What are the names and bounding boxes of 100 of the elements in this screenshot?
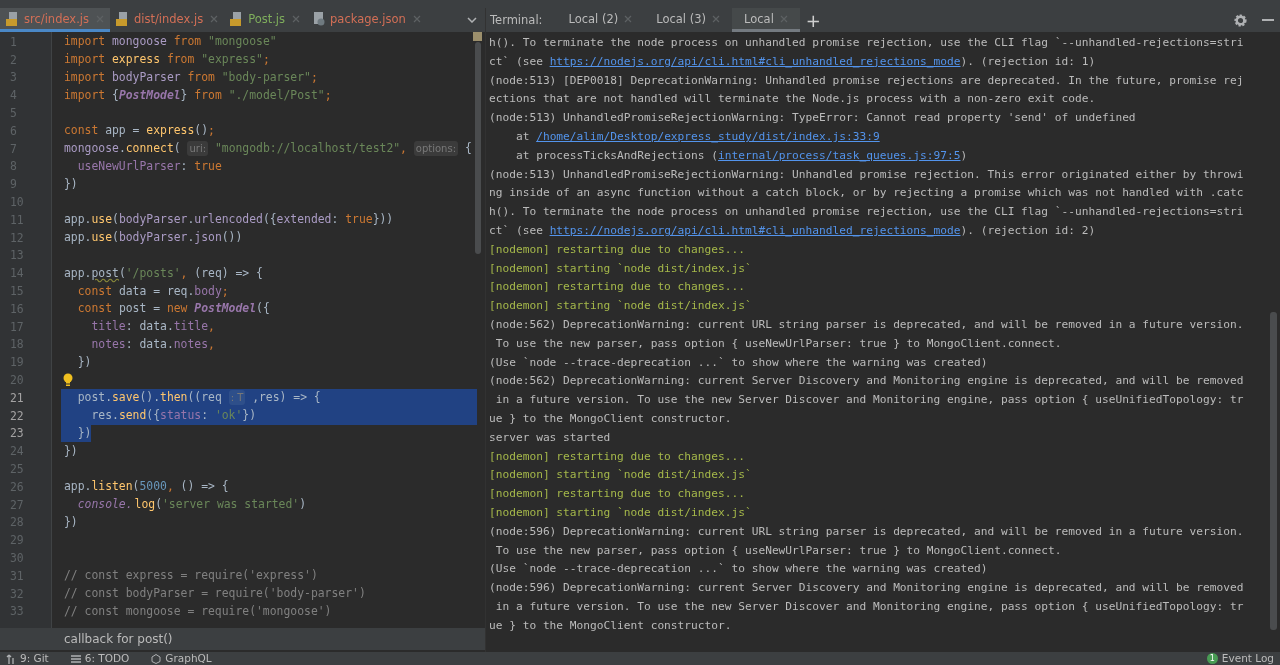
terminal-text: (node:596) DeprecationWarning: current Server Discovery and Monitoring engine is deprecated, and will be removed [489,581,1244,595]
terminal-tab[interactable]: Local (2) [556,8,645,32]
code-line: const data = req.body; [76,283,229,299]
terminal-text: ) [960,148,968,162]
close-icon[interactable] [292,14,301,23]
hint-popup: callback for post() [0,628,485,650]
file-tab[interactable]: dist/index.js [109,8,225,32]
terminal-text: [nodemon] restarting due to changes... [489,280,745,294]
tool-window-label: GraphQL [165,652,212,665]
code-line: app.post('/posts', (req) => { [63,265,263,281]
terminal-text: To use the new parser, pass option { useNewUrlParser: true } to MongoClient.connect. [494,543,1062,557]
new-tab-button[interactable]: + [799,9,827,31]
terminal-text: (node:562) DeprecationWarning: current URL string parser is deprecated, and will be removed in a future version. [489,317,1244,331]
code-line: // const express = require('express') [63,568,318,584]
terminal-text: ng inside of an async function without a catch block, or by rejecting a promise which was not handled with .catc [489,186,1244,200]
code-line: app.use(bodyParser.urlencoded({extended: true})) [63,212,394,228]
terminal-text: ct` (see [489,54,544,68]
terminal-tab[interactable]: Local [732,8,800,32]
terminal-text: [nodemon] starting `node dist/index.js` [489,468,752,482]
branch-icon [6,653,16,664]
terminal-text: ct` (see [489,223,544,237]
terminal-text: To use the new parser, pass option { useNewUrlParser: true } to MongoClient.connect. [494,336,1062,350]
link[interactable]: https://nodejs.org/api/cli.html#cli_unhandled_rejections_mode [549,54,961,68]
code-line: }) [76,354,92,370]
terminal-text: at [514,130,531,143]
tab-label: Local (3) [656,11,706,26]
terminal-text: (Use `node --trace-deprecation ...` to show where the warning was created) [489,355,988,369]
lightbulb-icon[interactable] [63,373,73,388]
scrollbar[interactable] [475,42,481,254]
code-line: const app = express(); [63,123,215,139]
scrollbar[interactable] [1270,312,1277,630]
code-line: import mongoose from "mongoose" [63,34,277,50]
close-icon[interactable] [712,14,720,23]
minimize-icon[interactable] [1262,19,1274,21]
terminal-text: (Use `node --trace-deprecation ...` to show where the warning was created) [489,562,988,576]
terminal-label: Terminal: [490,13,543,27]
terminal-text: (node:513) UnhandledPromiseRejectionWarning: Unhandled promise rejection. This error originated either by throwi [489,167,1244,181]
terminal-text: [nodemon] restarting due to changes... [489,449,745,463]
link[interactable]: https://nodejs.org/api/cli.html#cli_unhandled_rejections_mode [549,223,961,237]
close-icon[interactable] [412,14,421,23]
file-tab[interactable]: package.json [306,8,427,32]
tool-window-button[interactable]: 6: TODO [70,652,130,665]
terminal-text: ). (rejection id: 1) [960,54,1096,68]
file-tab[interactable]: Post.js [224,8,307,32]
close-icon[interactable] [624,14,633,23]
code-line: }) [63,443,78,459]
settings-icon[interactable] [1233,12,1248,28]
hexagon-icon [151,653,162,664]
js-file-icon [115,11,130,26]
count-badge: 1 [1206,653,1218,664]
list-icon [70,653,81,664]
code-line: import {PostModel} from "./model/Post"; [63,87,332,103]
code-line: import express from "express"; [63,52,270,68]
link[interactable]: internal/process/task_queues.js:97:5 [718,148,961,162]
tool-window-label: 9: Git [20,652,49,665]
terminal-text: ections that are not handled will terminate the Node.js process with a non-zero exit code. [489,92,1096,106]
code-line: notes: data.notes, [90,336,215,352]
line-number: 23 [9,425,25,443]
terminal-text: at processTicksAndRejections ( [514,148,718,162]
code-line: import bodyParser from "body-parser"; [63,70,318,85]
js-file-icon [6,11,20,26]
terminal-text: ). (rejection id: 2) [960,223,1096,237]
tool-window-button[interactable]: GraphQL [151,652,212,665]
tool-window-button[interactable]: 9: Git [6,652,49,665]
terminal-text: [nodemon] starting `node dist/index.js` [489,261,752,275]
code-line: // const bodyParser = require('body-parser') [63,586,366,602]
chevron-down-icon[interactable] [467,17,477,23]
close-icon[interactable] [779,14,788,23]
link[interactable]: /home/alim/Desktop/express_study/dist/index.js:33:9 [536,130,880,143]
tool-window-label: 6: TODO [84,652,130,665]
terminal-tab[interactable]: Local (3) [644,8,732,32]
code-line: app.use(bodyParser.json()) [63,230,243,246]
terminal-text: (node:562) DeprecationWarning: current Server Discovery and Monitoring engine is deprecated, and will be removed [489,374,1244,388]
terminal-text: [nodemon] restarting due to changes... [489,487,745,501]
code-line: }) [63,176,78,192]
tab-label: Local [744,11,774,26]
terminal-text: [nodemon] restarting due to changes... [489,242,745,256]
code-line: mongoose.connect( uri: "mongodb://localhost/test2", options: { [63,141,472,157]
code-line: }) [63,514,78,530]
status-marker-icon [473,32,482,41]
code-line: console. log('server was started') [76,497,307,513]
line-number: 21 [9,389,25,407]
event-log-button[interactable]: Event Log [1221,652,1274,665]
terminal-text: in a future version. To use the new Server Discover and Monitoring engine, pass option { useUnifiedTopology: tr [494,599,1244,613]
terminal-text: ue } to the MongoClient constructor. [489,618,732,632]
terminal-text: [nodemon] starting `node dist/index.js` [489,299,752,313]
close-icon[interactable] [210,14,219,23]
gear-file-icon [312,11,327,26]
terminal-text: (node:513) UnhandledPromiseRejectionWarning: TypeError: Cannot read property 'send' of undefined [489,111,1136,125]
terminal-text: h(). To terminate the node process on unhandled promise rejection, use the CLI flag `--unhandled-rejections=stri [489,205,1244,219]
terminal-text: (node:513) [DEP0018] DeprecationWarning: Unhandled promise rejections are deprecated. In the future, promise rej [489,73,1244,87]
code-line: // const mongoose = require('mongoose') [63,603,332,619]
code-line: useNewUrlParser: true [76,158,222,174]
terminal-text: ue } to the MongoClient constructor. [489,411,732,425]
code-line: title: data.title, [90,319,215,335]
code-line: const post = new PostModel({ [76,301,270,317]
terminal-text: in a future version. To use the new Server Discover and Monitoring engine, pass option { useUnifiedTopology: tr [494,393,1244,407]
terminal-text: server was started [489,430,611,444]
terminal-text: h(). To terminate the node process on unhandled promise rejection, use the CLI flag `--unhandled-rejections=stri [489,36,1244,49]
line-number: 22 [9,407,25,425]
